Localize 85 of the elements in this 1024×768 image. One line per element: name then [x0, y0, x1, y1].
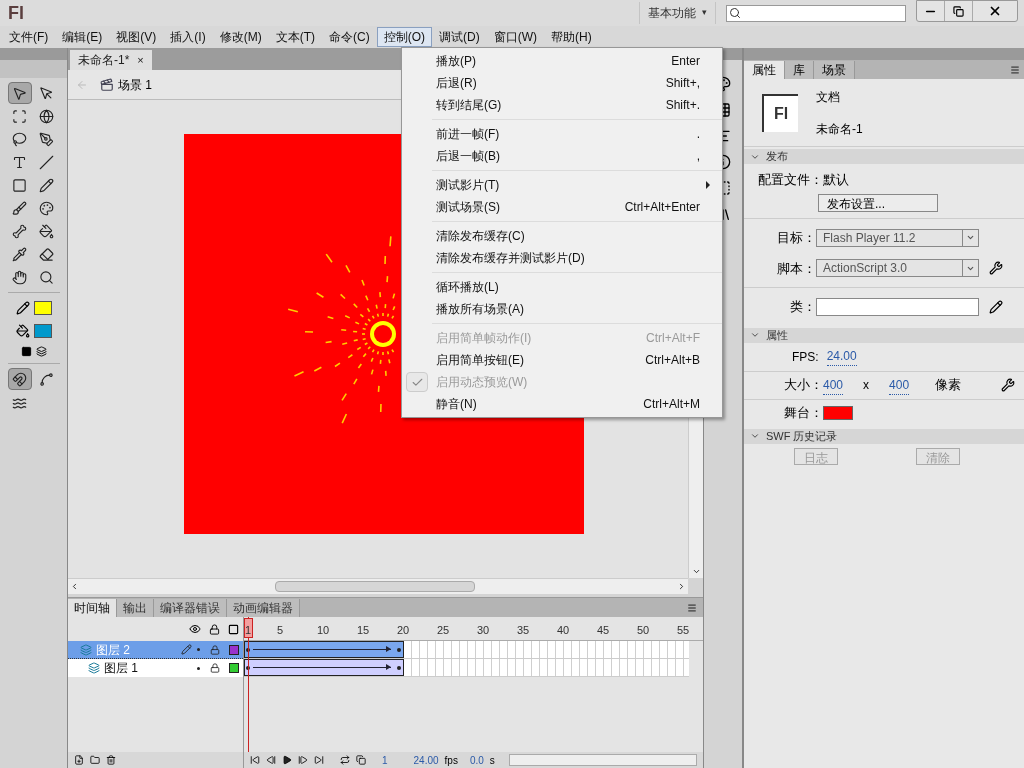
fps-unit: fps: [444, 753, 458, 768]
menu-bar-item[interactable]: 调试(D): [432, 27, 487, 47]
shortcut-text: Ctrl+Alt+Enter: [624, 199, 701, 216]
class-label: 类：: [789, 298, 816, 316]
unit-label: 像素: [935, 376, 962, 395]
shortcut-text: ,: [696, 148, 701, 165]
frame-number: 40: [557, 623, 570, 638]
frame-number: 55: [677, 623, 690, 638]
menu-item[interactable]: 测试场景(S) Ctrl+Alt+Enter: [402, 196, 722, 218]
menu-bar-item[interactable]: 窗口(W): [486, 27, 544, 47]
menu-item[interactable]: 播放(P) Enter: [402, 50, 722, 72]
shortcut-text: .: [696, 126, 701, 143]
menu-item[interactable]: 静音(N) Ctrl+Alt+M: [402, 393, 722, 415]
scene-breadcrumb[interactable]: 场景 1: [100, 75, 152, 94]
panel-tab[interactable]: 编译器错误: [154, 599, 227, 617]
document-icon: Fl: [762, 93, 798, 132]
script-dropdown[interactable]: ActionScript 3.0: [816, 259, 979, 278]
profile-label: 配置文件：: [758, 171, 823, 190]
menu-item[interactable]: 前进一帧(F) .: [402, 123, 722, 145]
menu-item[interactable]: 启用简单按钮(E) Ctrl+Alt+B: [402, 349, 722, 371]
elapsed-time: 0.0: [469, 753, 484, 768]
panel-tab[interactable]: 库: [785, 61, 814, 79]
section-header[interactable]: 属性: [744, 327, 1024, 343]
frame-number: 25: [437, 623, 450, 638]
shortcut-text: Ctrl+Alt+M: [643, 396, 701, 413]
frame-number: 50: [637, 623, 650, 638]
frame-number: 35: [517, 623, 530, 638]
menu-item[interactable]: 测试影片(T): [402, 174, 722, 196]
time-unit: s: [489, 753, 495, 768]
size-label: 大小：: [784, 376, 823, 395]
menu-item[interactable]: 转到结尾(G) Shift+.: [402, 94, 722, 116]
document-name: 未命名-1: [816, 120, 863, 138]
workspace-dropdown[interactable]: 基本功能 ▾: [639, 2, 716, 24]
menu-item[interactable]: 清除发布缓存(C): [402, 225, 722, 247]
section-header[interactable]: 发布: [744, 149, 1024, 164]
shortcut-text: Shift+,: [665, 75, 701, 92]
panel-tab[interactable]: 时间轴: [68, 599, 117, 617]
frame-number: 45: [597, 623, 610, 638]
frame-number: 10: [317, 623, 330, 638]
frame-number: 15: [357, 623, 370, 638]
shortcut-text: Ctrl+Alt+F: [646, 330, 701, 347]
times-sign: x: [863, 377, 870, 394]
app-logo: Fl: [8, 1, 24, 25]
menu-bar-item[interactable]: 控制(O): [376, 27, 432, 47]
shortcut-text: Ctrl+Alt+B: [645, 352, 701, 369]
shortcut-text: Enter: [671, 53, 701, 70]
profile-value: 默认: [823, 171, 849, 190]
document-type: 文档: [816, 88, 841, 106]
menu-bar-item[interactable]: 文件(F): [2, 27, 56, 47]
frame-number: 5: [277, 623, 284, 638]
panel-tab[interactable]: 属性: [744, 61, 785, 79]
menu-item[interactable]: 清除发布缓存并测试影片(D): [402, 247, 722, 269]
frame-rate: 24.00: [413, 753, 439, 768]
fps-value[interactable]: 24.00: [826, 347, 857, 366]
layer-row[interactable]: 图层 1: [68, 659, 243, 677]
menu-item[interactable]: 播放所有场景(A): [402, 298, 722, 320]
publish-settings-button[interactable]: 发布设置...: [818, 194, 938, 212]
frame-number: 1: [245, 623, 252, 638]
menu-bar-item[interactable]: 文本(T): [268, 27, 322, 47]
menu-item[interactable]: 后退(R) Shift+,: [402, 72, 722, 94]
document-tab[interactable]: 未命名-1* ×: [70, 50, 152, 70]
menu-bar-item[interactable]: 帮助(H): [544, 27, 599, 47]
menu-bar-item[interactable]: 插入(I): [163, 27, 213, 47]
menu-bar-item[interactable]: 视图(V): [109, 27, 164, 47]
width-value[interactable]: 400: [823, 375, 844, 395]
current-frame: 1: [382, 752, 388, 768]
tab-close-button[interactable]: ×: [137, 51, 144, 69]
height-value[interactable]: 400: [889, 375, 910, 395]
panel-tab[interactable]: 动画编辑器: [227, 599, 300, 617]
menu-item[interactable]: 循环播放(L): [402, 276, 722, 298]
panel-tab[interactable]: 输出: [117, 599, 154, 617]
script-label: 脚本：: [776, 259, 816, 278]
target-dropdown[interactable]: Flash Player 11.2: [816, 228, 979, 247]
frame-number: 20: [397, 623, 410, 638]
frame-number: 30: [477, 623, 490, 638]
menu-item[interactable]: 后退一帧(B) ,: [402, 145, 722, 167]
target-label: 目标：: [776, 229, 816, 247]
panel-tab[interactable]: 场景: [814, 61, 855, 79]
menu-bar-item[interactable]: 修改(M): [212, 27, 269, 47]
menu-bar-item[interactable]: 编辑(E): [55, 27, 110, 47]
shortcut-text: Shift+.: [665, 97, 701, 114]
menu-bar-item[interactable]: 命令(C): [322, 27, 377, 47]
stage-label: 舞台：: [784, 404, 823, 423]
section-header[interactable]: SWF 历史记录: [744, 428, 1024, 444]
fps-label: FPS:: [792, 348, 819, 366]
